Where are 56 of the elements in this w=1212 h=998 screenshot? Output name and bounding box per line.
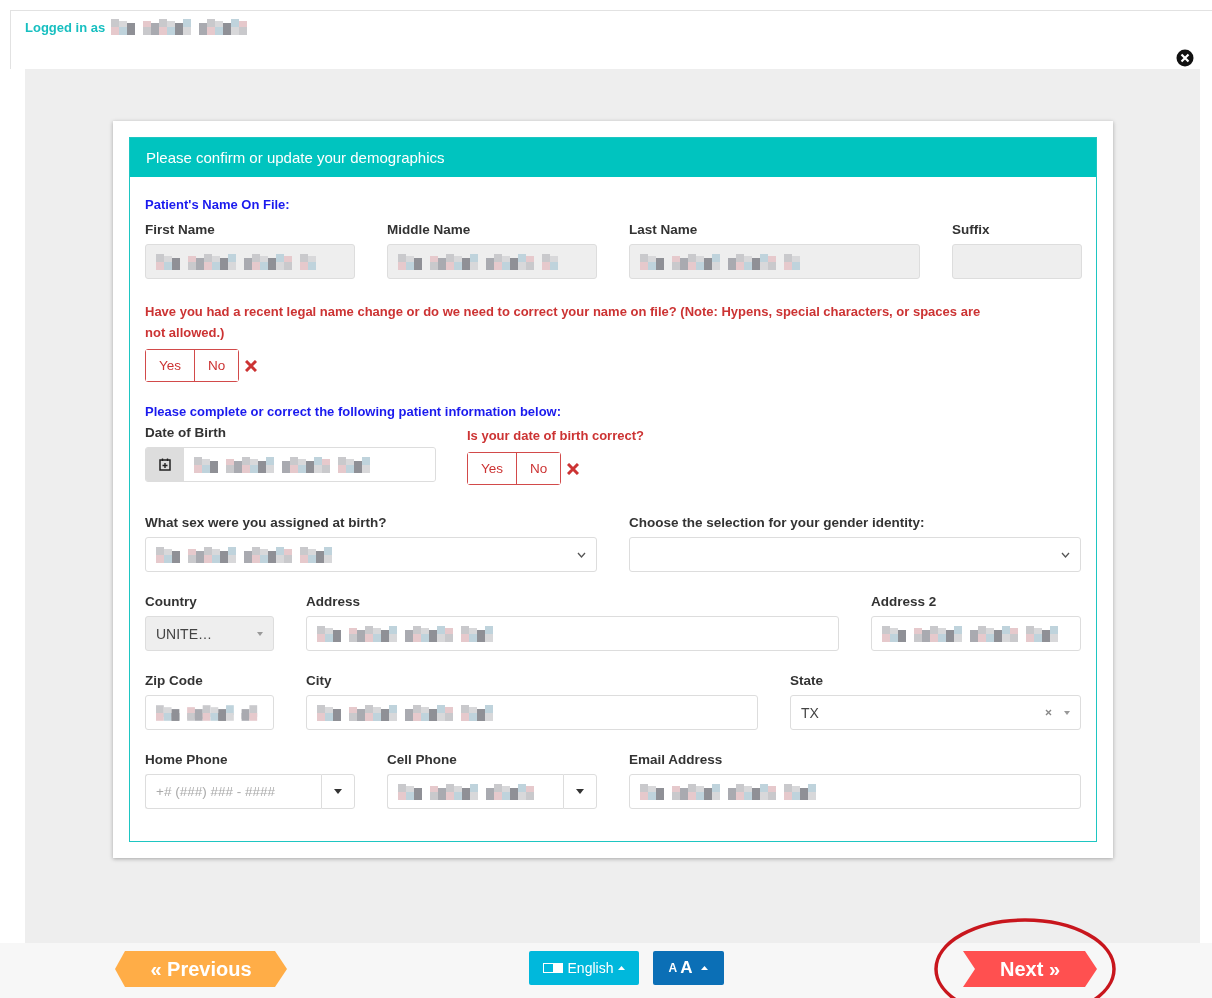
caret-icon xyxy=(577,551,586,558)
caret-icon xyxy=(1061,551,1070,558)
phone-field[interactable] xyxy=(387,774,563,809)
input-field[interactable] xyxy=(952,244,1082,279)
input-field[interactable] xyxy=(306,616,839,651)
input-field[interactable] xyxy=(871,616,1081,651)
field-label: State xyxy=(790,673,824,688)
caret-icon xyxy=(701,966,709,970)
input-field[interactable] xyxy=(387,244,597,279)
input-field[interactable] xyxy=(629,244,920,279)
select-value: TX xyxy=(801,704,819,721)
date-field[interactable] xyxy=(145,447,436,482)
caret-icon xyxy=(618,966,626,970)
field-label: Suffix xyxy=(952,222,991,237)
field-label: Email Address xyxy=(629,752,724,767)
logged-in-label: Logged in as xyxy=(25,19,106,35)
caret-icon xyxy=(1064,710,1070,715)
font-size-button[interactable]: A A xyxy=(653,951,724,985)
panel-title: Please confirm or update your demographics xyxy=(130,138,1096,177)
field-label: First Name xyxy=(145,222,216,237)
field-label: Country xyxy=(145,594,198,609)
close-icon[interactable] xyxy=(1176,49,1194,67)
input-field[interactable] xyxy=(306,695,758,730)
field-label: Middle Name xyxy=(387,222,472,237)
name-change-question: Have you had a recent legal name change or do we need to correct your name on file? (Note: Hypens, special characters, or spaces are not allowed.) xyxy=(145,303,982,342)
select-field[interactable]: UNITE… xyxy=(145,616,274,651)
field-label: What sex were you assigned at birth? xyxy=(145,515,388,530)
field-label: Cell Phone xyxy=(387,752,458,767)
section-heading: Please complete or correct the following patient information below: xyxy=(145,404,563,419)
dob-question: Is your date of birth correct? xyxy=(467,427,645,445)
input-field[interactable] xyxy=(145,695,274,730)
field-label: Date of Birth xyxy=(145,425,227,440)
caret-icon xyxy=(576,789,584,794)
select-field[interactable] xyxy=(145,537,597,572)
caret-icon xyxy=(257,631,263,636)
choice-button[interactable]: No xyxy=(194,350,239,381)
select-field[interactable]: TX xyxy=(790,695,1081,730)
field-label: Address xyxy=(306,594,362,609)
field-label: Choose the selection for your gender identity: xyxy=(629,515,926,530)
select-field[interactable] xyxy=(629,537,1081,572)
section-heading: Patient's Name On File: xyxy=(145,197,291,212)
language-icon xyxy=(542,963,563,973)
select-value: UNITE… xyxy=(156,625,212,642)
input-field[interactable] xyxy=(145,244,355,279)
next-button[interactable]: Next » xyxy=(963,951,1097,987)
caret-icon xyxy=(334,789,342,794)
choice-button[interactable]: No xyxy=(516,453,561,484)
calendar-icon xyxy=(159,458,171,471)
field-label: Last Name xyxy=(629,222,699,237)
phone-field[interactable]: +# (###) ### - #### xyxy=(145,774,321,809)
input-field[interactable] xyxy=(629,774,1081,809)
field-label: Address 2 xyxy=(871,594,938,609)
field-label: Home Phone xyxy=(145,752,229,767)
field-label: Zip Code xyxy=(145,673,204,688)
clear-icon[interactable] xyxy=(1045,709,1052,716)
field-label: City xyxy=(306,673,333,688)
